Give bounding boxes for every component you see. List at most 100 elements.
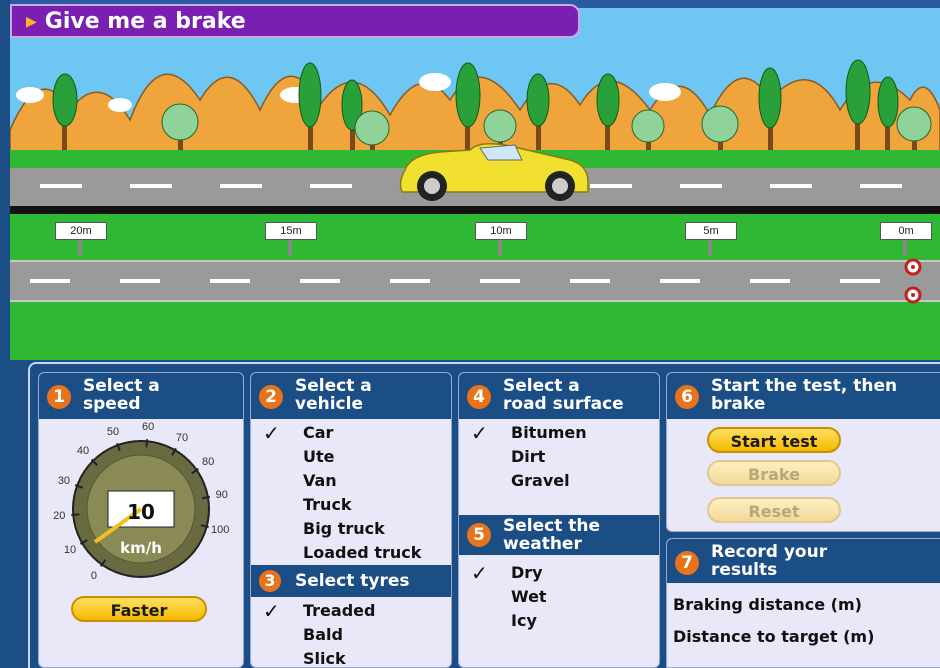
marker-post: [78, 240, 82, 256]
dial-tick-label: 100: [211, 524, 230, 537]
check-icon: ✓: [263, 421, 280, 445]
distance-marker: 20m: [55, 222, 107, 256]
app-title: Give me a brake: [44, 8, 246, 34]
option-label: Treaded: [303, 601, 376, 620]
heading-line: Select a: [83, 376, 160, 396]
vehicle-panel-heading: Select a vehicle: [295, 377, 372, 413]
dial-tick: [145, 439, 149, 448]
option-label: Wet: [511, 587, 547, 606]
dial-tick-label: 30: [57, 474, 71, 487]
speed-unit: km/h: [120, 539, 162, 557]
option-label: Slick: [303, 649, 346, 668]
option-label: Dirt: [511, 447, 546, 466]
dial-tick-label: 60: [142, 421, 155, 434]
step-badge: 6: [675, 385, 699, 409]
heading-line: road surface: [503, 394, 624, 414]
test-panel: 6 Start the test, then brake Start test …: [666, 372, 940, 532]
heading-line: results: [711, 560, 778, 580]
play-arrow-icon: ▶: [26, 12, 37, 29]
step-badge: 4: [467, 385, 491, 409]
distance-marker-label: 10m: [475, 222, 527, 240]
marker-post: [288, 240, 292, 256]
dial-tick-label: 10: [63, 544, 77, 556]
test-panel-heading: Start the test, then brake: [711, 377, 897, 413]
marker-post: [708, 240, 712, 256]
option-label: Icy: [511, 611, 537, 630]
test-panel-header: 6 Start the test, then brake: [667, 373, 940, 419]
heading-line: weather: [503, 534, 582, 554]
vehicle-options: ✓ Car Ute Van Truck Big truck Loaded truc…: [251, 419, 451, 565]
tyres-panel-header: 3 Select tyres: [251, 565, 451, 597]
reset-button[interactable]: Reset: [707, 497, 841, 523]
step-badge: 2: [259, 385, 283, 409]
option-label: Loaded truck: [303, 543, 422, 562]
dial-tick-label: 0: [90, 570, 98, 583]
tyre-option-slick[interactable]: Slick: [251, 647, 451, 668]
dial-tick-label: 40: [76, 445, 90, 458]
speed-panel-heading: Select a speed: [83, 377, 160, 413]
surface-panel-header: 4 Select a road surface: [459, 373, 659, 419]
title-bar: ▶ Give me a brake: [10, 4, 580, 38]
option-label: Van: [303, 471, 337, 490]
surface-options: ✓ Bitumen Dirt Gravel: [459, 419, 659, 515]
surface-option-dirt[interactable]: Dirt: [459, 445, 659, 469]
distance-marker: 15m: [265, 222, 317, 256]
surface-option-bitumen[interactable]: ✓ Bitumen: [459, 421, 659, 445]
tyre-option-treaded[interactable]: ✓ Treaded: [251, 599, 451, 623]
heading-line: Start the test, then: [711, 376, 898, 396]
tyre-options: ✓ Treaded Bald Slick: [251, 597, 451, 668]
vehicle-option-loaded-truck[interactable]: Loaded truck: [251, 541, 451, 565]
weather-panel-header: 5 Select the weather: [459, 515, 659, 555]
heading-line: brake: [711, 394, 766, 414]
heading-line: Record your: [711, 542, 828, 562]
heading-line: Select a: [503, 376, 580, 396]
option-label: Ute: [303, 447, 335, 466]
results-panel-header: 7 Record your results: [667, 539, 940, 583]
vehicle-option-big-truck[interactable]: Big truck: [251, 517, 451, 541]
tyre-option-bald[interactable]: Bald: [251, 623, 451, 647]
distance-marker: 0m: [880, 222, 932, 256]
speed-readout: 10: [127, 500, 155, 524]
distance-marker: 10m: [475, 222, 527, 256]
check-icon: ✓: [471, 421, 488, 445]
weather-option-wet[interactable]: Wet: [459, 585, 659, 609]
surface-option-gravel[interactable]: Gravel: [459, 469, 659, 493]
distance-marker-label: 15m: [265, 222, 317, 240]
dial-tick-label: 20: [53, 510, 66, 523]
option-label: Dry: [511, 563, 543, 582]
option-label: Car: [303, 423, 334, 442]
vehicle-option-truck[interactable]: Truck: [251, 493, 451, 517]
option-label: Gravel: [511, 471, 570, 490]
check-icon: ✓: [471, 561, 488, 585]
vehicle-option-car[interactable]: ✓ Car: [251, 421, 451, 445]
tyres-panel-heading: Select tyres: [295, 571, 410, 591]
start-test-button[interactable]: Start test: [707, 427, 841, 453]
vehicle-panel-header: 2 Select a vehicle: [251, 373, 451, 419]
heading-line: Select a: [295, 376, 372, 396]
speed-panel-header: 1 Select a speed: [39, 373, 243, 419]
step-badge: 5: [467, 523, 491, 547]
dial-tick-label: 80: [202, 455, 215, 468]
dial-tick-label: 90: [215, 488, 228, 501]
results-panel-heading: Record your results: [711, 543, 827, 579]
weather-option-icy[interactable]: Icy: [459, 609, 659, 633]
weather-panel-heading: Select the weather: [503, 517, 600, 553]
speed-panel: 1 Select a speed 0 10 20 30 40 50 60 70 80 90 100 …: [38, 372, 244, 668]
results-panel: 7 Record your results Braking distance (…: [666, 538, 940, 668]
weather-option-dry[interactable]: ✓ Dry: [459, 561, 659, 585]
distance-marker-label: 5m: [685, 222, 737, 240]
faster-button[interactable]: Faster: [71, 596, 207, 622]
distance-marker: 5m: [685, 222, 737, 256]
distance-to-target-label: Distance to target (m): [673, 627, 875, 646]
brake-button[interactable]: Brake: [707, 460, 841, 486]
vehicle-option-van[interactable]: Van: [251, 469, 451, 493]
heading-line: speed: [83, 394, 141, 414]
scene-illustration: [9, 0, 940, 360]
dial-tick-label: 70: [175, 431, 189, 444]
marker-post: [498, 240, 502, 256]
dial-tick: [71, 513, 80, 517]
vehicle-panel: 2 Select a vehicle ✓ Car Ute Van Truck Bi…: [250, 372, 452, 668]
braking-distance-label: Braking distance (m): [673, 595, 862, 614]
vehicle-option-ute[interactable]: Ute: [251, 445, 451, 469]
heading-line: Select the: [503, 516, 601, 536]
